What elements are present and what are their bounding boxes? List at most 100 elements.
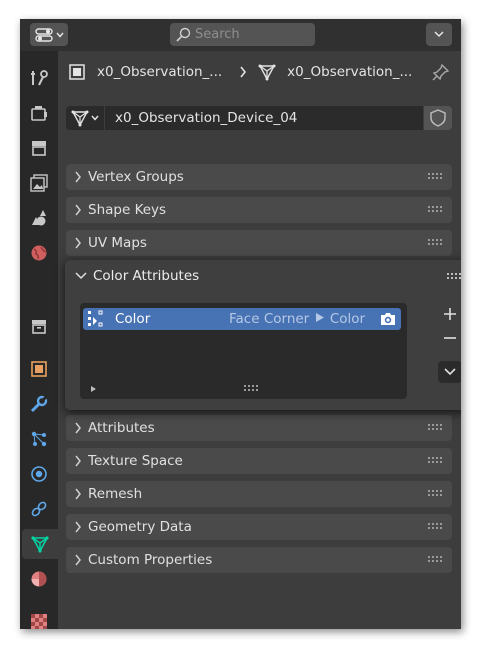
properties-editor-window: Search x0_Observation_... x0_Observation… [20, 19, 461, 629]
color-attribute-domain: Face Corner Color [229, 311, 365, 327]
tab-tool[interactable] [22, 63, 56, 93]
physics-icon [30, 465, 48, 483]
editor-type-dropdown[interactable] [30, 23, 68, 46]
domain-label: Face Corner [229, 311, 310, 327]
panel-remesh[interactable]: Remesh [66, 481, 452, 507]
chevron-right-icon [74, 204, 82, 216]
tab-output[interactable] [22, 133, 56, 163]
color-attribute-name: Color [115, 311, 151, 327]
drag-handle-icon[interactable] [427, 556, 443, 562]
chevron-down-icon [444, 368, 456, 376]
drag-handle-icon[interactable] [427, 457, 443, 463]
chevron-right-icon [239, 66, 247, 78]
breadcrumb-mesh-name: x0_Observation_... [287, 64, 413, 80]
chevron-right-icon [74, 422, 82, 434]
minus-icon [443, 331, 457, 345]
chevron-down-icon [91, 115, 99, 121]
options-dropdown-button[interactable] [426, 23, 452, 46]
pin-icon[interactable] [432, 63, 450, 81]
panel-color-attributes: Color Attributes Color Face Corner Color [65, 260, 461, 410]
panel-title: UV Maps [88, 235, 147, 251]
filter-options-icon[interactable] [90, 385, 98, 393]
drag-handle-icon[interactable] [427, 523, 443, 529]
scene-icon [30, 209, 48, 227]
drag-handle-icon[interactable] [427, 239, 443, 245]
tab-render[interactable] [22, 98, 56, 128]
panel-title: Texture Space [88, 453, 183, 469]
breadcrumb: x0_Observation_... x0_Observation_... [58, 51, 461, 93]
panel-vertex-groups[interactable]: Vertex Groups [66, 164, 452, 190]
color-attribute-icon [87, 310, 105, 328]
panel-title: Color Attributes [93, 268, 200, 284]
chevron-right-icon [74, 488, 82, 500]
panel-uv-maps[interactable]: UV Maps [66, 230, 452, 256]
panel-header[interactable]: Color Attributes [65, 260, 461, 292]
tab-scene[interactable] [22, 203, 56, 233]
panel-title: Remesh [88, 486, 143, 502]
mesh-data-icon [258, 63, 276, 81]
drag-handle-icon[interactable] [427, 424, 443, 430]
breadcrumb-object-name: x0_Observation_... [97, 64, 223, 80]
tab-view-layer[interactable] [22, 168, 56, 198]
search-icon [175, 27, 191, 43]
panel-title: Custom Properties [88, 552, 213, 568]
list-item[interactable]: Color Face Corner Color [83, 308, 401, 330]
mesh-name-field[interactable]: x0_Observation_Device_04 [105, 106, 423, 130]
color-attribute-specials-menu[interactable] [438, 361, 461, 383]
editor-header: Search [20, 19, 461, 51]
drag-handle-icon[interactable] [427, 490, 443, 496]
tab-constraints[interactable] [22, 494, 56, 524]
mesh-data-icon [71, 109, 89, 127]
tab-particles[interactable] [22, 424, 56, 454]
drag-handle-icon[interactable] [427, 206, 443, 212]
panel-title: Shape Keys [88, 202, 167, 218]
chevron-down-icon [55, 32, 64, 38]
fake-user-button[interactable] [424, 106, 452, 130]
data-type-label: Color [329, 311, 366, 327]
chevron-right-icon [74, 521, 82, 533]
view-layer-icon [30, 174, 48, 192]
material-icon [30, 570, 48, 588]
chevron-right-icon [74, 171, 82, 183]
tool-icon [30, 69, 48, 87]
constraints-icon [30, 500, 48, 518]
mesh-datablock-selector: x0_Observation_Device_04 [66, 106, 452, 130]
camera-icon[interactable] [379, 310, 397, 328]
tab-data[interactable] [22, 529, 58, 559]
panel-geometry-data[interactable]: Geometry Data [66, 514, 452, 540]
properties-editor-icon [34, 27, 53, 42]
tab-object[interactable] [22, 354, 56, 384]
panel-title: Vertex Groups [88, 169, 184, 185]
panel-title: Geometry Data [88, 519, 192, 535]
world-icon [30, 244, 48, 262]
chevron-down-icon [434, 31, 444, 38]
tab-collection[interactable] [22, 311, 56, 341]
add-color-attribute-button[interactable] [438, 303, 461, 325]
search-input[interactable]: Search [170, 23, 315, 46]
tab-physics[interactable] [22, 459, 56, 489]
arrow-right-icon [315, 312, 325, 323]
panel-title: Attributes [88, 420, 155, 436]
tab-texture[interactable] [22, 607, 56, 629]
object-icon [30, 360, 48, 378]
object-icon [69, 64, 85, 80]
drag-handle-icon[interactable] [446, 273, 461, 279]
drag-handle-icon[interactable] [427, 173, 443, 179]
panel-attributes[interactable]: Attributes [66, 415, 452, 441]
properties-tabs [20, 51, 58, 629]
tab-modifiers[interactable] [22, 389, 56, 419]
list-resize-grip-icon[interactable] [244, 385, 258, 391]
tab-material[interactable] [22, 564, 56, 594]
output-icon [30, 139, 48, 157]
tab-world[interactable] [22, 238, 56, 268]
remove-color-attribute-button[interactable] [438, 327, 461, 349]
render-icon [30, 104, 48, 122]
color-attributes-list: Color Face Corner Color [80, 303, 407, 399]
panel-texture-space[interactable]: Texture Space [66, 448, 452, 474]
chevron-down-icon [75, 272, 87, 280]
panel-shape-keys[interactable]: Shape Keys [66, 197, 452, 223]
panel-custom-properties[interactable]: Custom Properties [66, 547, 452, 573]
plus-icon [443, 307, 457, 321]
mesh-data-icon [31, 535, 49, 553]
browse-mesh-button[interactable] [66, 106, 104, 130]
